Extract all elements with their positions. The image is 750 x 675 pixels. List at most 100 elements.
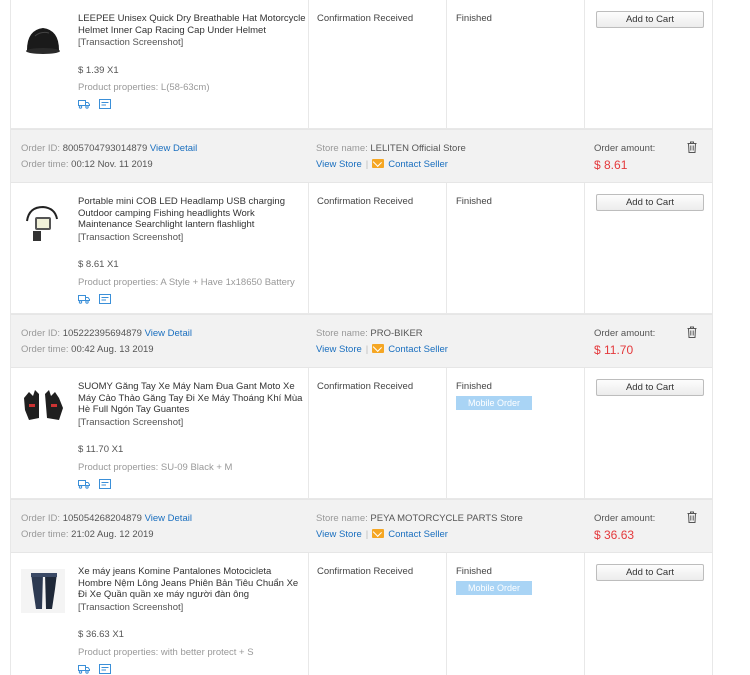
product-thumbnail-jeans[interactable]: [21, 569, 65, 613]
order-amount-block: Order amount: $ 8.61: [594, 141, 655, 173]
shipping-truck-icon[interactable]: [78, 294, 90, 308]
status-cell: Confirmation Received: [309, 553, 447, 675]
product-price: $ 36.63 X1: [78, 629, 124, 641]
product-cell: LEEPEE Unisex Quick Dry Breathable Hat M…: [11, 0, 309, 128]
product-info: SUOMY Găng Tay Xe Máy Nam Đua Gant Moto …: [78, 381, 306, 491]
mobile-order-badge: Mobile Order: [456, 396, 532, 410]
product-info: Xe máy jeans Komine Pantalones Motocicle…: [78, 566, 306, 675]
separator: |: [365, 159, 369, 170]
order-status: Confirmation Received: [317, 13, 414, 24]
order-amount: $ 8.61: [594, 158, 628, 172]
envelope-icon[interactable]: [372, 344, 385, 353]
transaction-screenshot-link[interactable]: [Transaction Screenshot]: [78, 232, 306, 244]
properties-label: Product properties:: [78, 461, 159, 473]
properties-value: L(58-63cm): [160, 82, 210, 94]
invoice-card-icon[interactable]: [98, 98, 111, 113]
product-cell: SUOMY Găng Tay Xe Máy Nam Đua Gant Moto …: [11, 368, 309, 498]
trash-icon[interactable]: [687, 141, 697, 153]
view-detail-link[interactable]: View Detail: [145, 328, 192, 339]
order-item-0: LEEPEE Unisex Quick Dry Breathable Hat M…: [11, 0, 712, 129]
view-detail-link[interactable]: View Detail: [150, 143, 197, 154]
finish-status: Finished: [456, 381, 492, 392]
product-icons: [78, 98, 306, 113]
product-info: LEEPEE Unisex Quick Dry Breathable Hat M…: [78, 13, 306, 111]
product-title-link[interactable]: Portable mini COB LED Headlamp USB charg…: [78, 196, 306, 231]
product-info: Portable mini COB LED Headlamp USB charg…: [78, 196, 306, 306]
product-cell: Xe máy jeans Komine Pantalones Motocicle…: [11, 553, 309, 675]
contact-seller-link[interactable]: Contact Seller: [388, 159, 448, 170]
finish-status: Finished: [456, 566, 492, 577]
finish-status: Finished: [456, 196, 492, 207]
invoice-card-icon[interactable]: [98, 478, 111, 493]
view-store-link[interactable]: View Store: [316, 344, 362, 355]
view-store-link[interactable]: View Store: [316, 529, 362, 540]
store-name: LELITEN Official Store: [370, 143, 466, 154]
product-title-link[interactable]: Xe máy jeans Komine Pantalones Motocicle…: [78, 566, 306, 601]
order-header: Order ID: 8005704793014879 View Detail O…: [11, 129, 712, 183]
invoice-card-icon[interactable]: [98, 293, 111, 308]
add-to-cart-button[interactable]: Add to Cart: [596, 379, 704, 396]
order-status: Confirmation Received: [317, 381, 414, 392]
add-to-cart-button[interactable]: Add to Cart: [596, 11, 704, 28]
order-amount-block: Order amount: $ 36.63: [594, 511, 655, 543]
product-thumbnail-cap[interactable]: [21, 16, 65, 60]
store-name-label: Store name:: [316, 513, 368, 524]
invoice-card-icon[interactable]: [98, 663, 111, 675]
order-amount-label: Order amount:: [594, 143, 656, 154]
shipping-truck-icon[interactable]: [78, 99, 90, 113]
properties-value: A Style + Have 1x18650 Battery: [160, 276, 295, 288]
store-meta: Store name: PRO-BIKER View Store | Contact…: [316, 326, 448, 358]
separator: |: [365, 529, 369, 540]
product-cell: Portable mini COB LED Headlamp USB charg…: [11, 183, 309, 313]
properties-label: Product properties:: [78, 82, 159, 94]
trash-icon[interactable]: [687, 326, 697, 338]
product-icons: [78, 293, 306, 308]
action-cell: Add to Cart: [585, 368, 714, 498]
store-name-label: Store name:: [316, 328, 368, 339]
order-list: LEEPEE Unisex Quick Dry Breathable Hat M…: [10, 0, 713, 675]
store-name: PEYA MOTORCYCLE PARTS Store: [370, 513, 523, 524]
product-thumbnail-headlamp[interactable]: [21, 199, 65, 243]
add-to-cart-button[interactable]: Add to Cart: [596, 564, 704, 581]
product-thumbnail-gloves[interactable]: [21, 384, 65, 428]
finish-cell: Finished Mobile Order: [447, 368, 585, 498]
shipping-truck-icon[interactable]: [78, 664, 90, 675]
order-time: 21:02 Aug. 12 2019: [71, 529, 154, 540]
product-properties: Product properties: SU-09 Black + M: [78, 462, 306, 474]
view-detail-link[interactable]: View Detail: [145, 513, 192, 524]
order-id-label: Order ID:: [21, 513, 61, 524]
product-properties: Product properties: L(58-63cm): [78, 82, 306, 94]
action-cell: Add to Cart: [585, 553, 714, 675]
view-store-link[interactable]: View Store: [316, 159, 362, 170]
order-time-label: Order time:: [21, 529, 69, 540]
status-cell: Confirmation Received: [309, 0, 447, 128]
transaction-screenshot-link[interactable]: [Transaction Screenshot]: [78, 417, 306, 429]
product-price: $ 1.39 X1: [78, 64, 119, 76]
transaction-screenshot-link[interactable]: [Transaction Screenshot]: [78, 602, 306, 614]
product-title-link[interactable]: SUOMY Găng Tay Xe Máy Nam Đua Gant Moto …: [78, 381, 306, 416]
product-title-link[interactable]: LEEPEE Unisex Quick Dry Breathable Hat M…: [78, 13, 306, 36]
order-time: 00:42 Aug. 13 2019: [71, 344, 154, 355]
contact-seller-link[interactable]: Contact Seller: [388, 529, 448, 540]
contact-seller-link[interactable]: Contact Seller: [388, 344, 448, 355]
trash-icon[interactable]: [687, 511, 697, 523]
shipping-truck-icon[interactable]: [78, 479, 90, 493]
action-cell: Add to Cart: [585, 0, 714, 128]
finish-status: Finished: [456, 13, 492, 24]
separator: |: [365, 344, 369, 355]
add-to-cart-button[interactable]: Add to Cart: [596, 194, 704, 211]
store-meta: Store name: LELITEN Official Store View …: [316, 141, 466, 173]
envelope-icon[interactable]: [372, 529, 385, 538]
order-time: 00:12 Nov. 11 2019: [71, 159, 153, 170]
status-cell: Confirmation Received: [309, 183, 447, 313]
order-header: Order ID: 105054268204879 View Detail Or…: [11, 499, 712, 553]
order-meta: Order ID: 105054268204879 View Detail Or…: [21, 511, 192, 543]
order-time-label: Order time:: [21, 344, 69, 355]
store-name: PRO-BIKER: [370, 328, 423, 339]
product-properties: Product properties: A Style + Have 1x186…: [78, 277, 306, 289]
order-status: Confirmation Received: [317, 196, 414, 207]
transaction-screenshot-link[interactable]: [Transaction Screenshot]: [78, 37, 306, 49]
order-amount-block: Order amount: $ 11.70: [594, 326, 655, 358]
action-cell: Add to Cart: [585, 183, 714, 313]
envelope-icon[interactable]: [372, 159, 385, 168]
